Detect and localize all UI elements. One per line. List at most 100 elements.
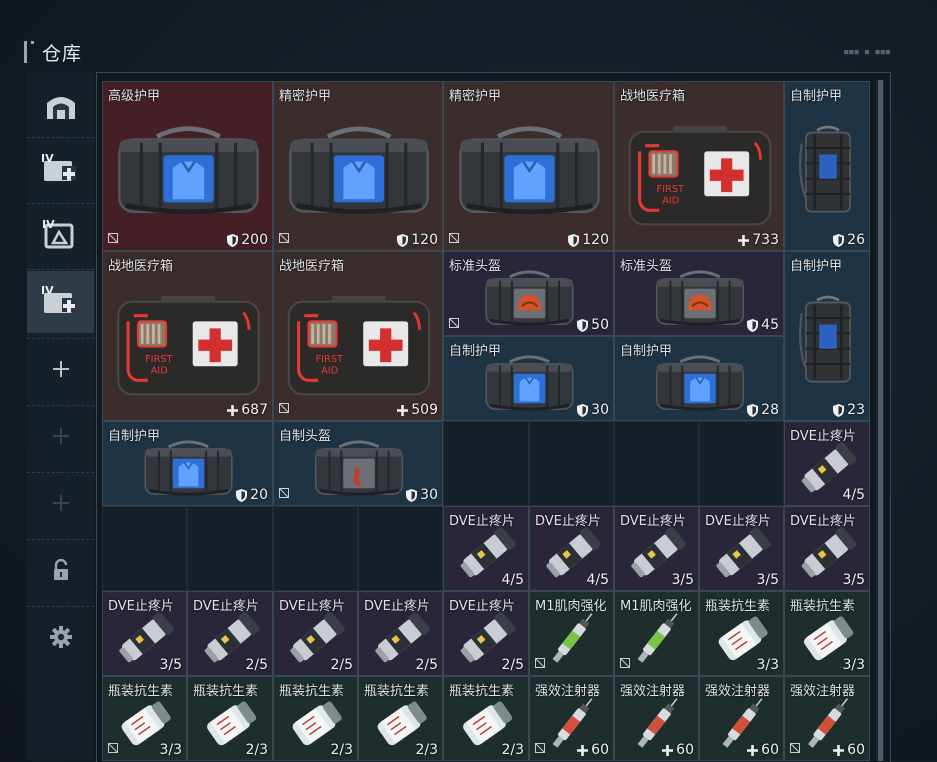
empty-slot[interactable] <box>187 506 273 591</box>
inventory-item[interactable]: M1肌肉强化 <box>529 591 614 676</box>
shield-icon <box>397 233 409 247</box>
item-quantity: 3/5 <box>671 572 694 588</box>
inventory-item[interactable]: 自制护甲 20 <box>102 421 273 506</box>
item-name: 强效注射器 <box>620 684 686 699</box>
item-quantity-value: 3/5 <box>842 572 865 588</box>
item-name: 战地医疗箱 <box>108 259 174 274</box>
insured-flag-icon <box>620 653 630 672</box>
inventory-item[interactable]: 瓶装抗生素 3/3 <box>102 676 187 761</box>
empty-slot[interactable] <box>529 421 614 506</box>
plus-icon <box>662 744 674 756</box>
item-quantity: 2/3 <box>330 742 353 758</box>
item-name: 强效注射器 <box>790 684 856 699</box>
inventory-item[interactable]: 强效注射器 60 <box>614 676 699 761</box>
svg-text:FIRST: FIRST <box>315 354 344 365</box>
item-quantity-value: 30 <box>591 402 609 418</box>
item-quantity-value: 4/5 <box>842 487 865 503</box>
empty-slot[interactable] <box>443 421 529 506</box>
bag-blue-icon <box>281 112 437 230</box>
insured-flag-icon <box>108 738 118 757</box>
item-quantity-value: 60 <box>847 742 865 758</box>
inventory-item[interactable]: DVE止疼片 3/5 <box>102 591 187 676</box>
sidebar-item-add-3[interactable] <box>27 474 94 536</box>
sidebar-item-base[interactable] <box>27 77 94 139</box>
page-header: 仓库 <box>24 38 82 66</box>
empty-slot[interactable] <box>102 506 187 591</box>
inventory-item[interactable]: DVE止疼片 2/5 <box>358 591 443 676</box>
item-quantity: 687 <box>227 402 268 418</box>
inventory-item[interactable]: DVE止疼片 3/5 <box>614 506 699 591</box>
item-name: 自制护甲 <box>790 89 843 104</box>
inventory-item[interactable]: 瓶装抗生素 2/3 <box>273 676 358 761</box>
inventory-item[interactable]: 精密护甲 120 <box>273 81 443 251</box>
item-name: 标准头盔 <box>620 259 673 274</box>
inventory-item[interactable]: 高级护甲 200 <box>102 81 273 251</box>
inventory-item[interactable]: M1肌肉强化 <box>614 591 699 676</box>
inventory-item[interactable]: 战地医疗箱 FIRST AID 509 <box>273 251 443 421</box>
inventory-item[interactable]: 强效注射器 60 <box>529 676 614 761</box>
shield-icon <box>227 233 239 247</box>
svg-text:AID: AID <box>662 195 679 206</box>
inventory-item[interactable]: 强效注射器 60 <box>784 676 870 761</box>
empty-slot[interactable] <box>273 506 358 591</box>
inventory-item[interactable]: DVE止疼片 2/5 <box>273 591 358 676</box>
inventory-item[interactable]: DVE止疼片 3/5 <box>699 506 784 591</box>
item-quantity-value: 120 <box>411 232 438 248</box>
inventory-item[interactable]: 自制护甲 28 <box>614 336 784 421</box>
item-name: 自制头盔 <box>279 429 332 444</box>
item-quantity: 4/5 <box>501 572 524 588</box>
inventory-item[interactable]: 瓶装抗生素 3/3 <box>699 591 784 676</box>
inventory-item[interactable]: 自制护甲 30 <box>443 336 614 421</box>
item-quantity-value: 26 <box>847 232 865 248</box>
inventory-item[interactable]: 精密护甲 120 <box>443 81 614 251</box>
sidebar-item-add-1[interactable] <box>27 340 94 402</box>
item-name: 标准头盔 <box>449 259 502 274</box>
item-name: DVE止疼片 <box>620 514 686 529</box>
inventory-item[interactable]: 自制护甲 26 <box>784 81 870 251</box>
inventory-item[interactable]: 瓶装抗生素 3/3 <box>784 591 870 676</box>
inventory-item[interactable]: 战地医疗箱 FIRST AID 687 <box>102 251 273 421</box>
inventory-item[interactable]: DVE止疼片 4/5 <box>443 506 529 591</box>
item-quantity-value: 3/5 <box>159 657 182 673</box>
item-name: 强效注射器 <box>535 684 601 699</box>
scrollbar-thumb[interactable] <box>878 80 883 761</box>
inventory-item[interactable]: 标准头盔 50 <box>443 251 614 336</box>
sidebar-item-lock[interactable] <box>27 541 94 603</box>
inventory-item[interactable]: 瓶装抗生素 2/3 <box>358 676 443 761</box>
svg-text:IV: IV <box>41 152 54 165</box>
inventory-item[interactable]: DVE止疼片 4/5 <box>784 421 870 506</box>
sidebar-item-medical-iv-3[interactable]: IV <box>27 271 94 333</box>
inventory-item[interactable]: DVE止疼片 2/5 <box>187 591 273 676</box>
inventory-item[interactable]: DVE止疼片 4/5 <box>529 506 614 591</box>
inventory-item[interactable]: 瓶装抗生素 2/3 <box>187 676 273 761</box>
item-quantity: 50 <box>577 317 609 333</box>
item-quantity-value: 2/5 <box>330 657 353 673</box>
empty-slot[interactable] <box>614 421 699 506</box>
inventory-item[interactable]: DVE止疼片 2/5 <box>443 591 529 676</box>
inventory-item[interactable]: 强效注射器 60 <box>699 676 784 761</box>
inventory-item[interactable]: 战地医疗箱 FIRST AID 733 <box>614 81 784 251</box>
empty-slot[interactable] <box>699 421 784 506</box>
inventory-item[interactable]: 自制护甲 23 <box>784 251 870 421</box>
empty-slot[interactable] <box>358 506 443 591</box>
plus-icon <box>747 744 759 756</box>
item-quantity: 2/5 <box>330 657 353 673</box>
item-quantity: 120 <box>568 232 609 248</box>
medkit-icon: FIRST AID <box>622 112 778 230</box>
inventory-item[interactable]: 自制头盔 30 <box>273 421 443 506</box>
sidebar-item-medical-iv-1[interactable]: IV <box>27 139 94 201</box>
item-quantity-value: 4/5 <box>586 572 609 588</box>
shield-icon <box>577 318 589 332</box>
sidebar-item-settings[interactable] <box>27 608 94 670</box>
inventory-item[interactable]: DVE止疼片 3/5 <box>784 506 870 591</box>
sidebar-separator <box>27 137 94 138</box>
sidebar-item-add-2[interactable] <box>27 407 94 469</box>
insured-flag-icon <box>279 483 289 502</box>
sidebar: IV IV IV <box>27 72 94 761</box>
sidebar-item-medical-iv-2[interactable]: IV <box>27 205 94 267</box>
bag-small-red-icon <box>304 437 414 500</box>
inventory-item[interactable]: 瓶装抗生素 2/3 <box>443 676 529 761</box>
inventory-item[interactable]: 标准头盔 45 <box>614 251 784 336</box>
sidebar-separator <box>27 606 94 607</box>
item-quantity: 30 <box>577 402 609 418</box>
